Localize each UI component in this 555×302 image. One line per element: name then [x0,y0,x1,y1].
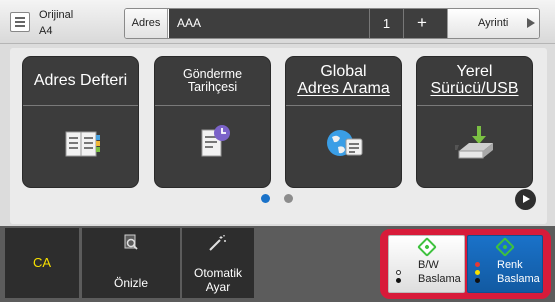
bw-start-label-line: B/W [418,259,439,271]
magic-wand-icon [209,235,226,251]
bottom-bar: CA Önizle Otomatik Ayar B/W Baslama Renk… [0,226,555,302]
next-page-icon[interactable] [515,189,536,210]
detail-label: Ayrinti [478,17,509,29]
bw-start-label-line: Baslama [418,273,461,285]
main-panel: Adres Defteri Gönderme Tarihçesi Global … [10,48,547,224]
auto-set-label: Ayar [205,280,231,294]
address-book-icon [65,131,100,157]
preview-button[interactable]: Önizle [82,228,180,298]
tile-label: Global Adres Arama [286,57,401,106]
red-dot-icon [475,262,480,267]
arrow-right-icon [527,18,535,28]
yellow-dot-icon [475,270,480,275]
tile-send-history[interactable]: Gönderme Tarihçesi [154,56,271,188]
tile-label-line: Gönderme Tarihçesi [182,66,243,94]
tile-label-line: Global [320,63,367,81]
start-icon [417,237,437,257]
preview-icon [124,234,138,250]
color-start-label: Renk Baslama [497,258,540,286]
tile-global-address-search[interactable]: Global Adres Arama [285,56,402,188]
auto-set-label: Otomatik [193,266,242,280]
original-settings-icon[interactable] [10,12,30,32]
preview-label: Önizle [113,276,148,290]
tile-label-line: Adres Defteri [33,71,128,89]
white-dot-icon [396,270,401,275]
tile-label-lines: Global Adres Arama [297,63,390,98]
global-address-search-icon [327,130,363,156]
original-label[interactable]: Orijinal [39,9,73,21]
tile-label: Yerel Sürücü/USB [417,57,532,106]
bw-start-button[interactable]: B/W Baslama [388,235,465,293]
color-start-button[interactable]: Renk Baslama [467,235,543,293]
start-icon [495,237,515,257]
tile-label-lines: Yerel Sürücü/USB [430,63,519,98]
pager-dot-active[interactable] [261,194,270,203]
address-field[interactable]: Adres AAA 1 + Ayrinti [124,8,540,39]
start-buttons-highlight: B/W Baslama Renk Baslama [380,229,551,299]
black-dot-icon [475,278,480,283]
top-bar: Orijinal A4 Adres AAA 1 + Ayrinti [0,0,555,44]
ca-button[interactable]: CA [5,228,79,298]
tile-address-book[interactable]: Adres Defteri [22,56,139,188]
address-count: 1 [369,9,403,38]
address-label: Adres [125,9,168,38]
add-address-button[interactable]: + [403,9,440,38]
black-dot-icon [396,278,401,283]
detail-button[interactable]: Ayrinti [447,9,539,38]
color-start-label-line: Renk [497,259,523,271]
address-value[interactable]: AAA [169,9,492,38]
tile-label-line: Sürücü/USB [430,80,519,97]
color-start-label-line: Baslama [497,273,540,285]
tile-local-drive-usb[interactable]: Yerel Sürücü/USB [416,56,533,188]
send-history-icon [201,125,230,157]
local-drive-usb-icon [455,126,493,159]
auto-set-button[interactable]: Otomatik Ayar [182,228,254,298]
tile-label-line: Adres Arama [297,80,390,97]
bw-start-label: B/W Baslama [418,258,461,286]
tile-label-line: Yerel [456,63,493,81]
tile-label: Gönderme Tarihçesi [155,57,270,106]
tile-label: Adres Defteri [23,57,138,106]
pager-dot[interactable] [284,194,293,203]
original-size[interactable]: A4 [39,25,52,37]
